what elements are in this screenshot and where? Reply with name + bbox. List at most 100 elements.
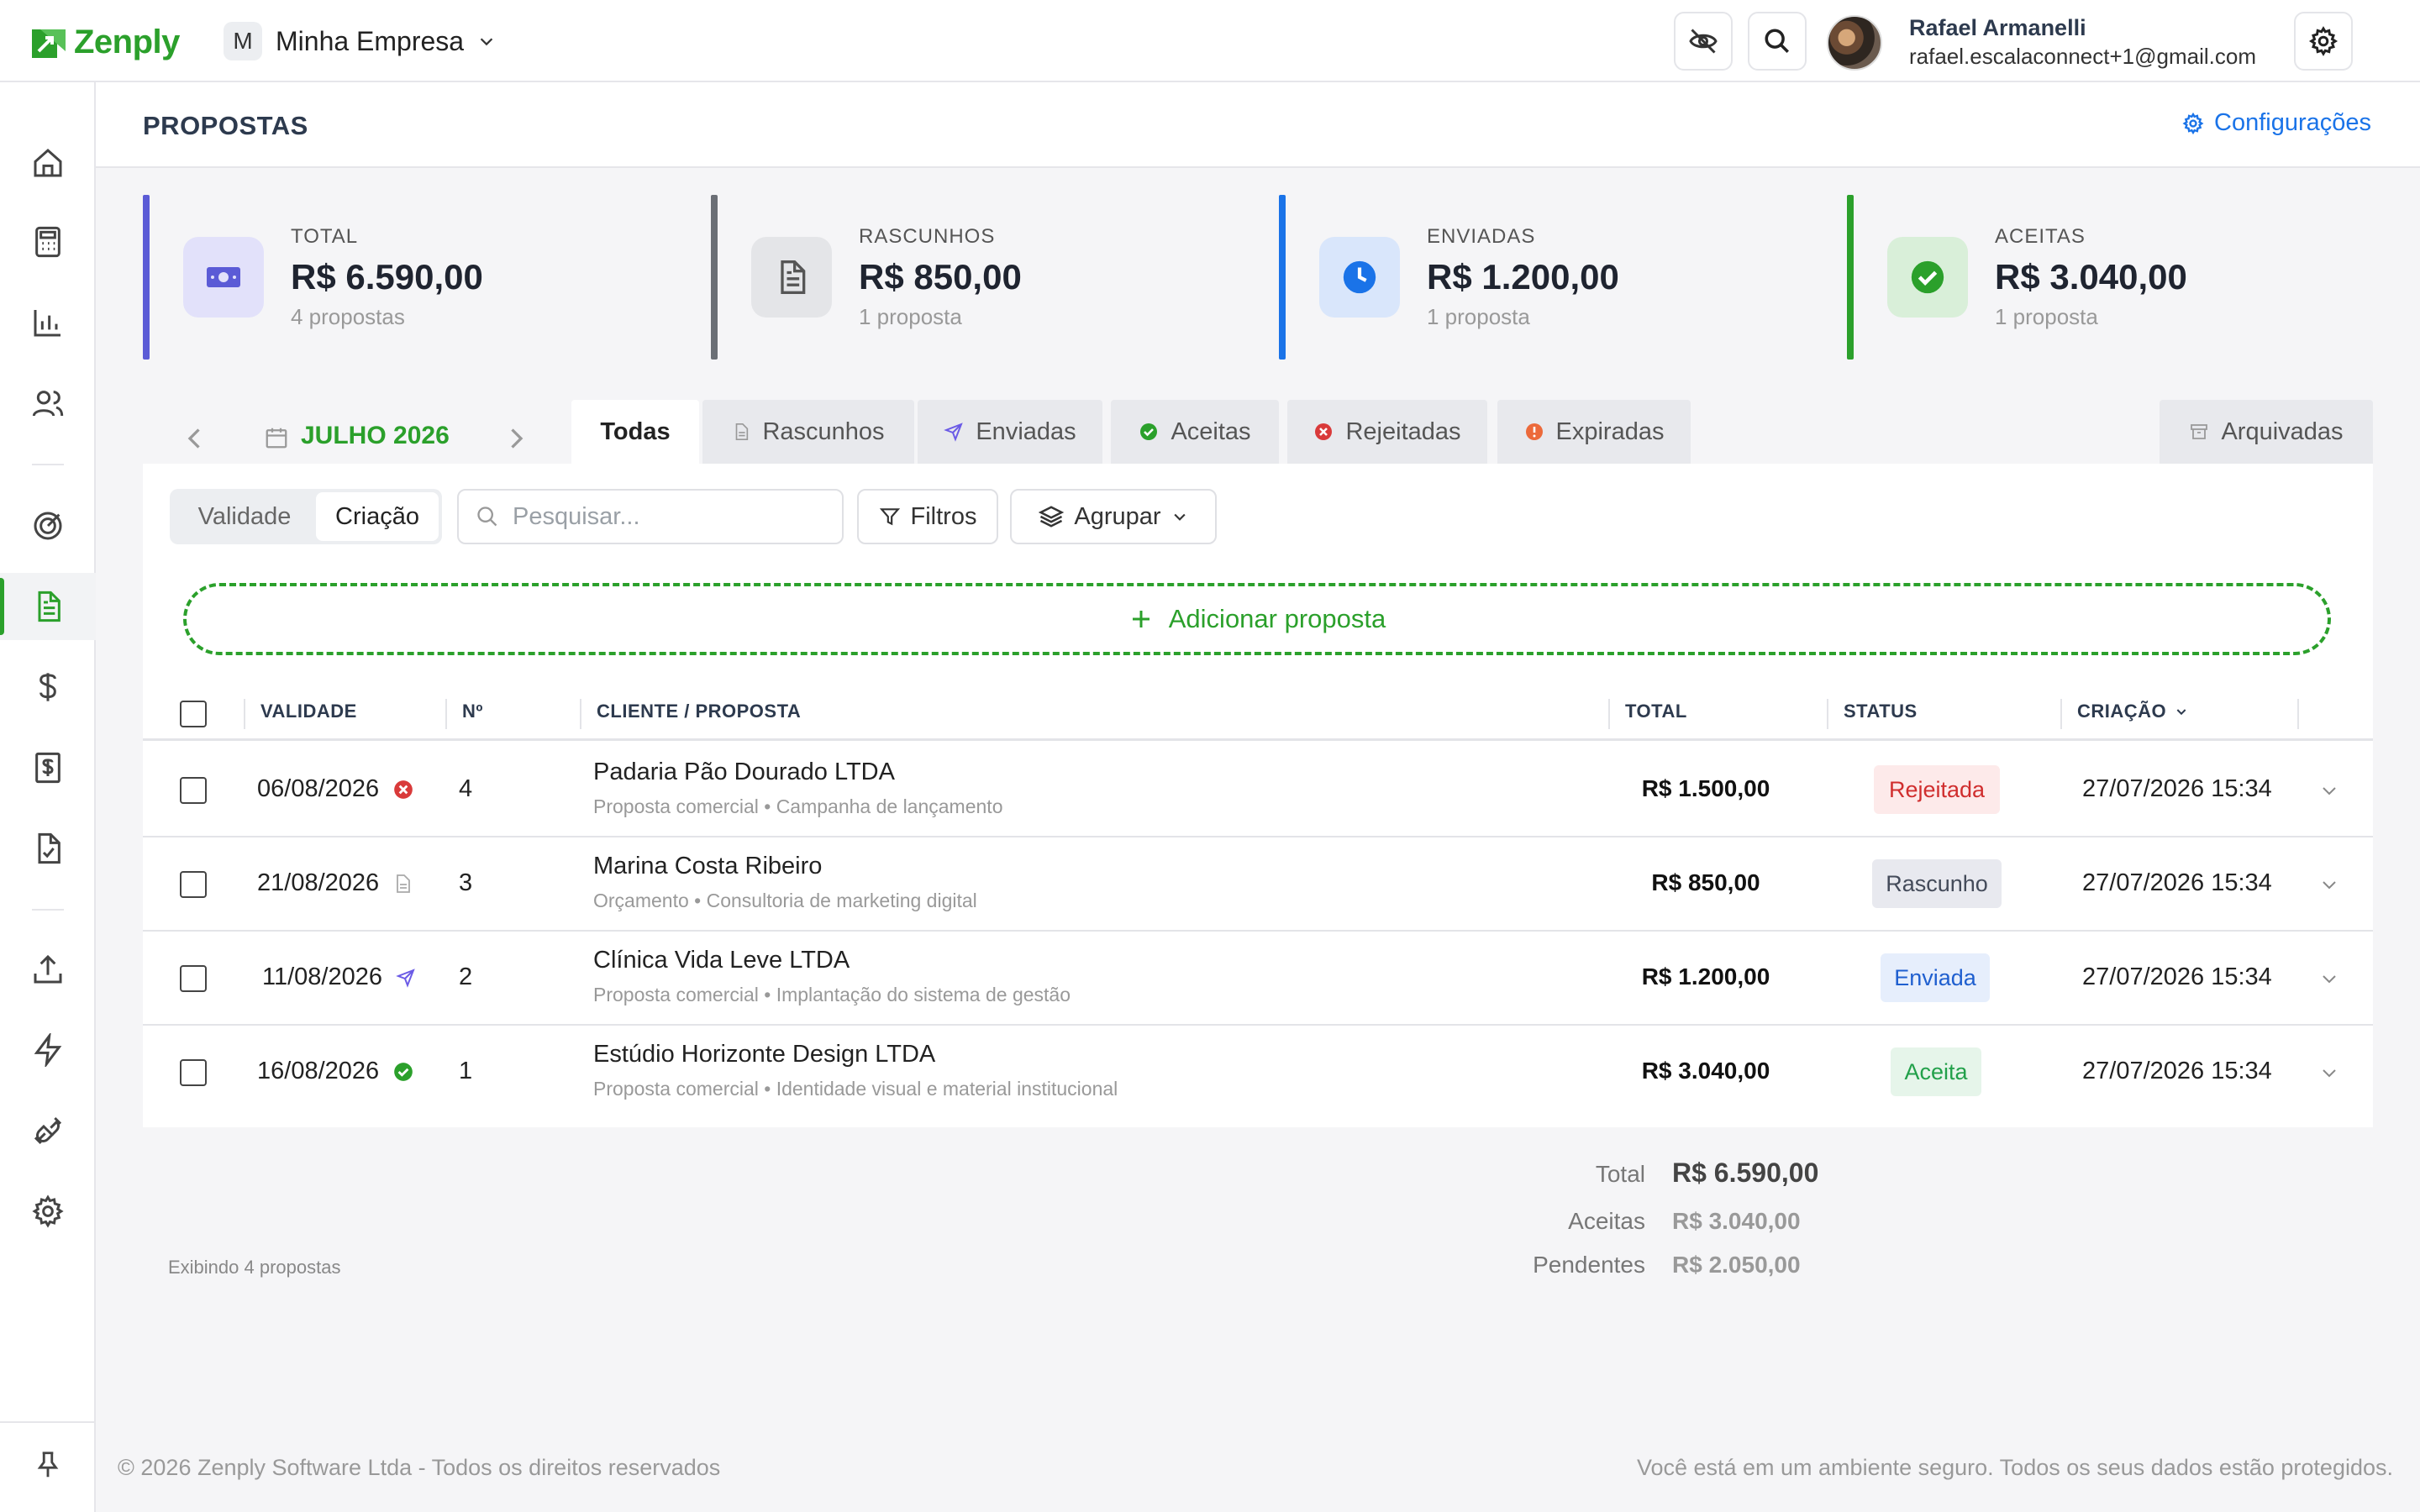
row-checkbox[interactable] <box>180 871 207 898</box>
sidebar-item-integrations[interactable] <box>0 1097 96 1164</box>
column-separator <box>580 699 581 729</box>
tab-sent[interactable]: Enviadas <box>918 400 1102 464</box>
sidebar-item-settings[interactable] <box>0 1178 96 1245</box>
page-header: PROPOSTAS Configurações <box>96 82 2420 168</box>
card-count: 4 propostas <box>291 304 405 329</box>
validity-cell: 21/08/2026 <box>257 869 413 897</box>
calculator-icon <box>35 226 60 258</box>
summary-card-total: TOTAL R$ 6.590,00 4 propostas <box>143 195 681 360</box>
select-all-checkbox[interactable] <box>180 701 207 727</box>
table-row[interactable]: 11/08/2026 2 Clínica Vida Leve LTDA Prop… <box>143 932 2373 1026</box>
segment-validity[interactable]: Validade <box>173 492 316 541</box>
column-header-creation[interactable]: CRIAÇÃO <box>2077 682 2188 741</box>
logo[interactable]: Zenply <box>32 24 180 61</box>
validity-date: 06/08/2026 <box>257 775 380 802</box>
calendar-icon <box>266 428 287 449</box>
lightning-icon <box>34 1033 62 1067</box>
table-row[interactable]: 16/08/2026 1 Estúdio Horizonte Design LT… <box>143 1026 2373 1120</box>
proposal-total: R$ 3.040,00 <box>1641 1058 1770 1084</box>
client-name: Clínica Vida Leve LTDA <box>593 947 850 974</box>
gear-icon <box>2308 26 2338 56</box>
group-by-button[interactable]: Agrupar <box>1010 489 1217 544</box>
table-row[interactable]: 21/08/2026 3 Marina Costa Ribeiro Orçame… <box>143 837 2373 932</box>
sidebar-item-home[interactable] <box>0 129 96 197</box>
row-checkbox[interactable] <box>180 965 207 992</box>
tab-label: Rascunhos <box>762 417 885 445</box>
row-checkbox[interactable] <box>180 777 207 804</box>
chevron-down-icon <box>480 38 493 46</box>
send-icon <box>396 968 415 988</box>
column-header-client[interactable]: CLIENTE / PROPOSTA <box>597 682 801 741</box>
chevron-left-icon[interactable] <box>180 423 210 454</box>
chevron-down-icon[interactable] <box>2319 780 2339 801</box>
user-email: rafael.escalaconnect+1@gmail.com <box>1909 44 2256 69</box>
company-switcher[interactable]: M Minha Empresa <box>224 22 496 60</box>
row-checkbox[interactable] <box>180 1059 207 1086</box>
filters-button[interactable]: Filtros <box>857 489 998 544</box>
chevron-right-icon[interactable] <box>501 423 531 454</box>
card-value: R$ 3.040,00 <box>1995 257 2187 297</box>
footer-security-note: Você está em um ambiente seguro. Todos o… <box>1636 1455 2393 1480</box>
tab-all[interactable]: Todas <box>571 400 699 464</box>
configurations-link[interactable]: Configurações <box>2182 109 2371 137</box>
tab-expired[interactable]: Expiradas <box>1497 400 1691 464</box>
configurations-label: Configurações <box>2214 109 2371 136</box>
document-icon <box>38 591 60 622</box>
tab-label: Rejeitadas <box>1345 417 1461 445</box>
totals-total-value: R$ 6.590,00 <box>1672 1158 1819 1188</box>
proposal-number: 3 <box>459 869 473 896</box>
brand-name: Zenply <box>74 24 180 60</box>
created-at: 27/07/2026 15:34 <box>2082 869 2272 896</box>
column-header-status[interactable]: STATUS <box>1844 682 1918 741</box>
tab-rejected[interactable]: Rejeitadas <box>1287 400 1487 464</box>
sidebar-item-invoices[interactable] <box>0 734 96 801</box>
filter-icon <box>879 508 900 526</box>
sidebar-item-contracts[interactable] <box>0 815 96 882</box>
tab-label: Enviadas <box>976 417 1076 445</box>
tab-drafts[interactable]: Rascunhos <box>702 400 914 464</box>
column-header-number[interactable]: Nº <box>462 682 483 741</box>
segment-creation[interactable]: Criação <box>316 492 439 541</box>
column-header-validity[interactable]: VALIDADE <box>260 682 357 741</box>
card-icon-wrap <box>183 237 264 318</box>
chevron-down-icon[interactable] <box>2319 1063 2339 1083</box>
tab-archived[interactable]: Arquivadas <box>2160 400 2373 464</box>
footer-copyright: © 2026 Zenply Software Ltda - Todos os d… <box>118 1455 721 1480</box>
tab-accepted[interactable]: Aceitas <box>1111 400 1279 464</box>
settings-button[interactable] <box>2294 12 2353 71</box>
sidebar-item-automations[interactable] <box>0 1016 96 1084</box>
checklist-icon <box>38 832 60 864</box>
sidebar-item-contacts[interactable] <box>0 370 96 437</box>
search-button[interactable] <box>1748 12 1807 71</box>
sidebar-separator <box>32 909 64 911</box>
column-header-total[interactable]: TOTAL <box>1625 682 1687 741</box>
status-badge: Rascunho <box>1872 859 2002 908</box>
period-label[interactable]: JULHO 2026 <box>301 422 450 450</box>
tab-label: Arquivadas <box>2221 417 2344 445</box>
chevron-down-icon[interactable] <box>2319 874 2339 895</box>
table-row[interactable]: 06/08/2026 4 Padaria Pão Dourado LTDA Pr… <box>143 743 2373 837</box>
column-separator <box>1608 699 1610 729</box>
sidebar-item-goals[interactable] <box>0 492 96 559</box>
validity-date: 11/08/2026 <box>262 963 382 990</box>
sidebar-item-calculator[interactable] <box>0 208 96 276</box>
status-badge: Aceita <box>1891 1047 1981 1096</box>
card-count: 1 proposta <box>1427 304 1530 329</box>
search-input[interactable] <box>513 502 815 531</box>
card-accent-bar <box>711 195 718 360</box>
sidebar-item-finance[interactable] <box>0 654 96 721</box>
sidebar-item-proposals[interactable] <box>0 573 96 640</box>
tab-label: Aceitas <box>1171 417 1251 445</box>
created-at: 27/07/2026 15:34 <box>2082 775 2272 802</box>
accepted-icon <box>394 1062 413 1081</box>
validity-cell: 11/08/2026 <box>262 963 416 991</box>
hide-values-button[interactable] <box>1674 12 1733 71</box>
chevron-down-icon[interactable] <box>2319 969 2339 989</box>
add-proposal-button[interactable]: Adicionar proposta <box>183 583 2331 655</box>
pin-sidebar-button[interactable] <box>0 1431 96 1499</box>
sort-desc-icon <box>2176 709 2186 716</box>
totals-accepted-value: R$ 3.040,00 <box>1672 1208 1801 1234</box>
sidebar-item-reports[interactable] <box>0 289 96 356</box>
avatar[interactable] <box>1827 15 1882 71</box>
sidebar-item-import[interactable] <box>0 936 96 1003</box>
